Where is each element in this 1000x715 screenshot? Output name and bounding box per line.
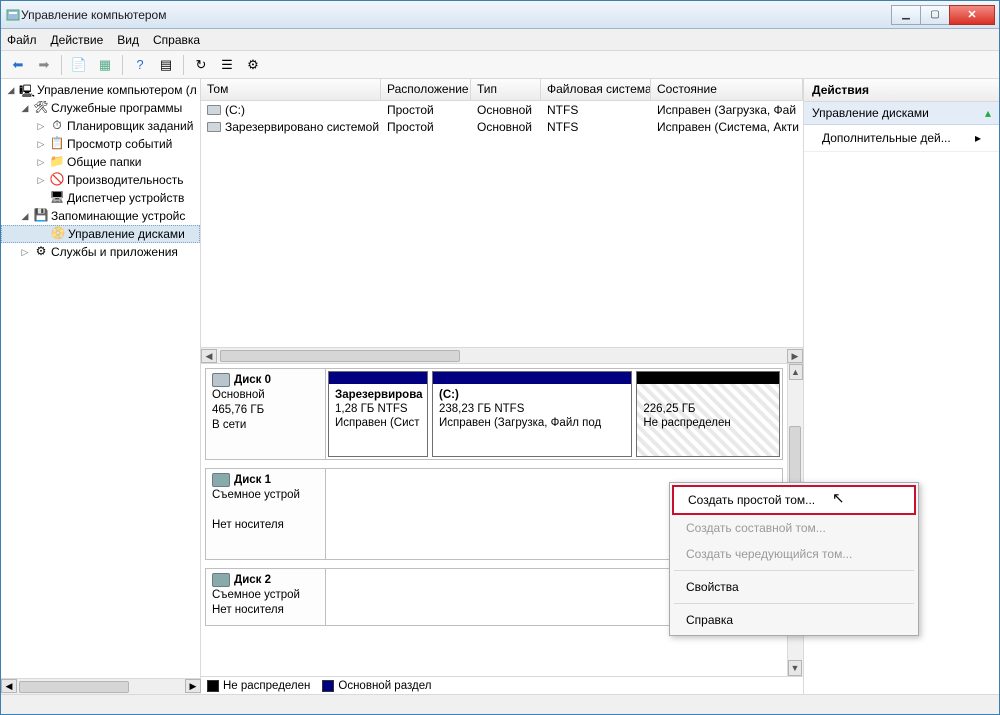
menu-file[interactable]: Файл [7,33,37,47]
settings-button[interactable]: ☰ [216,54,238,76]
extra-button[interactable]: ⚙ [242,54,264,76]
disk-0-info: Диск 0 Основной 465,76 ГБ В сети [206,369,326,459]
tree-shared-folders[interactable]: 📁Общие папки [1,153,200,171]
tree-event-viewer[interactable]: 📋Просмотр событий [1,135,200,153]
back-button[interactable]: ⬅ [7,54,29,76]
refresh-button[interactable]: ↻ [190,54,212,76]
volume-list-header: Том Расположение Тип Файловая система Со… [201,79,803,101]
ctx-separator [674,603,914,604]
toolbar-separator [183,55,184,75]
help-button[interactable]: ? [129,54,151,76]
volume-list[interactable]: Том Расположение Тип Файловая система Со… [201,79,803,364]
context-menu: Создать простой том... ↖ Создать составн… [669,482,919,636]
legend-primary-label: Основной раздел [338,680,431,692]
minimize-button[interactable]: ▁ [891,5,921,25]
disk-0[interactable]: Диск 0 Основной 465,76 ГБ В сети Зарезер… [205,368,783,460]
action-button[interactable]: ▤ [155,54,177,76]
actions-section[interactable]: Управление дисками ▴ [804,102,999,125]
disk-icon [212,473,230,487]
tree-disk-management[interactable]: 📀Управление дисками [1,225,200,243]
toolbar-separator [61,55,62,75]
menu-view[interactable]: Вид [117,33,139,47]
tree-task-scheduler[interactable]: ⏱Планировщик заданий [1,117,200,135]
partition-c[interactable]: (C:)238,23 ГБ NTFSИсправен (Загрузка, Фа… [432,371,632,457]
ctx-help[interactable]: Справка [672,607,916,633]
actions-more[interactable]: Дополнительные дей... ▸ [804,125,999,152]
app-icon [5,7,21,23]
showhide-tree-button[interactable]: ▦ [94,54,116,76]
tree-hscroll[interactable]: ◀ ▶ [1,678,201,694]
menu-action[interactable]: Действие [51,33,104,47]
col-volume[interactable]: Том [201,79,381,100]
ctx-properties[interactable]: Свойства [672,574,916,600]
col-status[interactable]: Состояние [651,79,803,100]
tree-root[interactable]: 🖳Управление компьютером (л [1,81,200,99]
tree-performance[interactable]: 🚫Производительность [1,171,200,189]
partition-reserved[interactable]: Зарезервирова1,28 ГБ NTFSИсправен (Сист [328,371,428,457]
menu-help[interactable]: Справка [153,33,200,47]
close-button[interactable]: ✕ [949,5,995,25]
ctx-create-spanned-volume: Создать составной том... [672,515,916,541]
col-type[interactable]: Тип [471,79,541,100]
toolbar: ⬅ ➡ 📄 ▦ ? ▤ ↻ ☰ ⚙ [1,51,999,79]
volume-row[interactable]: (C:) Простой Основной NTFS Исправен (Заг… [201,101,803,118]
partition-unallocated[interactable]: 226,25 ГБНе распределен [636,371,780,457]
chevron-right-icon: ▸ [975,131,981,145]
col-filesystem[interactable]: Файловая система [541,79,651,100]
status-bar [1,694,999,714]
legend: Не распределен Основной раздел [201,676,803,694]
legend-unallocated-label: Не распределен [223,680,310,692]
tree-system-tools[interactable]: 🛠Служебные программы [1,99,200,117]
menu-bar: Файл Действие Вид Справка [1,29,999,51]
legend-unallocated-swatch [207,680,219,692]
ctx-separator [674,570,914,571]
forward-button[interactable]: ➡ [33,54,55,76]
maximize-button[interactable]: ▢ [920,5,950,25]
volume-icon [207,105,221,115]
disk-2-info: Диск 2 Съемное устрой Нет носителя [206,569,326,625]
disk-1-info: Диск 1 Съемное устрой Нет носителя [206,469,326,559]
ctx-create-simple-volume[interactable]: Создать простой том... ↖ [672,485,916,515]
col-layout[interactable]: Расположение [381,79,471,100]
tree-storage[interactable]: 💾Запоминающие устройс [1,207,200,225]
actions-header: Действия [804,79,999,102]
window-title: Управление компьютером [21,8,892,22]
disk-icon [212,373,230,387]
tree-services[interactable]: ⚙Службы и приложения [1,243,200,261]
tree-device-manager[interactable]: 🖥Диспетчер устройств [1,189,200,207]
legend-primary-swatch [322,680,334,692]
navigation-tree[interactable]: 🖳Управление компьютером (л 🛠Служебные пр… [1,79,201,694]
disk-icon [212,573,230,587]
cursor-icon: ↖ [832,489,845,507]
volume-row[interactable]: Зарезервировано системой Простой Основно… [201,118,803,135]
toolbar-separator [122,55,123,75]
collapse-icon[interactable]: ▴ [985,106,991,120]
ctx-create-striped-volume: Создать чередующийся том... [672,541,916,567]
volume-icon [207,122,221,132]
title-bar: Управление компьютером ▁ ▢ ✕ [1,1,999,29]
volume-list-hscroll[interactable]: ◀▶ [201,347,803,363]
up-button[interactable]: 📄 [68,54,90,76]
